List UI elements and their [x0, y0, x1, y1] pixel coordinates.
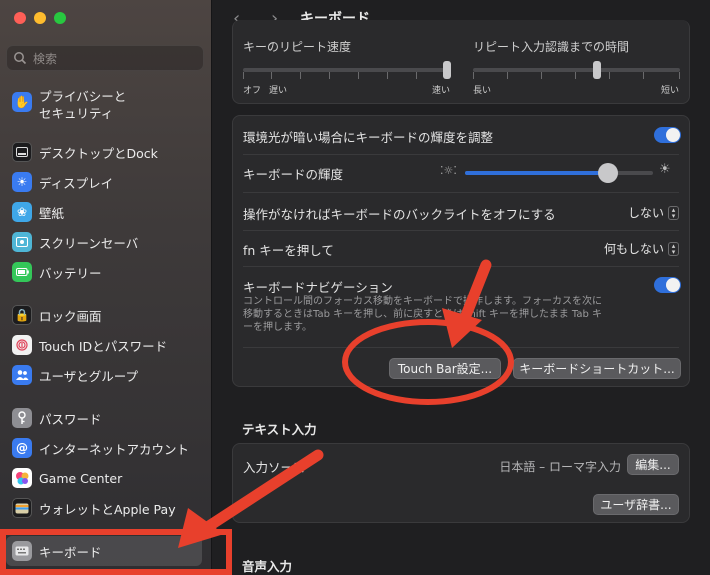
- sidebar-item-keyboard[interactable]: キーボード: [6, 536, 202, 566]
- key-repeat-card: キーのリピート速度 リピート入力認識までの時間 オフ 遅い 速い 長い 短い: [232, 20, 690, 104]
- key-repeat-slow-label: 遅い: [269, 86, 288, 96]
- voice-input-section-title: 音声入力: [242, 559, 293, 574]
- keyboard-navigation-toggle[interactable]: [654, 277, 681, 293]
- sidebar-item-desktop-dock[interactable]: デスクトップとDock: [6, 142, 202, 162]
- search-input[interactable]: 検索: [6, 45, 204, 71]
- repeat-delay-long-label: 長い: [473, 86, 492, 96]
- sidebar-item-label: デスクトップとDock: [39, 145, 158, 161]
- backlight-off-value: しない: [627, 206, 664, 220]
- keyboard-navigation-label: キーボードナビゲーション: [243, 280, 393, 295]
- key-repeat-off-label: オフ: [243, 86, 262, 96]
- lock-icon: 🔒: [12, 305, 32, 325]
- sidebar-item-label: ウォレットとApple Pay: [39, 501, 176, 517]
- edit-input-sources-button[interactable]: 編集...: [627, 454, 679, 475]
- sidebar-item-label: キーボード: [39, 544, 102, 560]
- fingerprint-icon: [12, 335, 32, 355]
- ambient-light-label: 環境光が暗い場合にキーボードの輝度を調整: [243, 130, 494, 145]
- minimize-window-button[interactable]: [34, 12, 46, 24]
- keyboard-shortcuts-button[interactable]: キーボードショートカット...: [513, 358, 681, 379]
- sun-icon: ☀: [12, 172, 32, 192]
- sidebar-item-users[interactable]: ユーザとグループ: [6, 365, 202, 385]
- user-dictionary-button[interactable]: ユーザ辞書...: [593, 494, 679, 515]
- sidebar-item-touch-id[interactable]: Touch IDとパスワード: [6, 335, 202, 355]
- brightness-low-icon: ⁚☼⁚: [440, 164, 457, 177]
- sidebar-item-wallpaper[interactable]: ❀ 壁紙: [6, 202, 202, 222]
- sidebar-item-label: 壁紙: [39, 205, 65, 221]
- sidebar-item-label: スクリーンセーバ: [39, 235, 139, 251]
- sidebar-item-label: Touch IDとパスワード: [39, 338, 168, 354]
- users-icon: [12, 365, 32, 385]
- ambient-light-toggle[interactable]: [654, 127, 681, 143]
- sidebar-item-label: Game Center: [39, 470, 123, 486]
- wallet-icon: [12, 498, 32, 518]
- sidebar: 検索 ✋ プライバシーと セキュリティ デスクトップとDock ☀ ディスプレイ…: [0, 0, 212, 575]
- sidebar-item-privacy[interactable]: ✋ プライバシーと セキュリティ: [6, 88, 202, 122]
- brightness-high-icon: ☀: [659, 162, 671, 177]
- repeat-delay-slider[interactable]: [473, 68, 680, 72]
- key-repeat-knob[interactable]: [443, 61, 451, 79]
- main-panel: ‹ › キーボード キーのリピート速度 リピート入力認識までの時間 オフ 遅い …: [213, 0, 710, 575]
- touch-bar-settings-button[interactable]: Touch Bar設定...: [389, 358, 501, 379]
- window-controls: [14, 12, 66, 24]
- keyboard-brightness-fill: [465, 171, 608, 175]
- repeat-delay-label: リピート入力認識までの時間: [473, 40, 630, 54]
- sidebar-item-battery[interactable]: バッテリー: [6, 262, 202, 282]
- key-repeat-fast-label: 速い: [432, 86, 451, 96]
- text-input-card: 入力ソース 日本語 – ローマ字入力 編集... ユーザ辞書...: [232, 443, 690, 523]
- sidebar-item-label-line2: セキュリティ: [39, 106, 114, 121]
- key-icon: [12, 408, 32, 428]
- sidebar-item-label: プライバシーと: [39, 89, 127, 104]
- search-placeholder: 検索: [33, 51, 58, 66]
- input-sources-value: 日本語 – ローマ字入力: [499, 460, 621, 474]
- sidebar-item-internet-accounts[interactable]: @ インターネットアカウント: [6, 438, 202, 458]
- screensaver-icon: [12, 232, 32, 252]
- sidebar-item-display[interactable]: ☀ ディスプレイ: [6, 172, 202, 192]
- sidebar-item-label: ロック画面: [39, 308, 102, 324]
- sidebar-item-game-center[interactable]: Game Center: [6, 468, 202, 488]
- sidebar-item-screensaver[interactable]: スクリーンセーバ: [6, 232, 202, 252]
- keyboard-settings-card: 環境光が暗い場合にキーボードの輝度を調整 キーボードの輝度 ⁚☼⁚ ☀ 操作がな…: [232, 115, 690, 387]
- backlight-off-label: 操作がなければキーボードのバックライトをオフにする: [243, 207, 556, 222]
- keyboard-icon: [12, 541, 32, 561]
- stepper-icon: ▴ ▾: [668, 205, 679, 220]
- sidebar-item-passwords[interactable]: パスワード: [6, 408, 202, 428]
- repeat-delay-short-label: 短い: [661, 86, 680, 96]
- sidebar-item-lock-screen[interactable]: 🔒 ロック画面: [6, 305, 202, 325]
- repeat-delay-knob[interactable]: [593, 61, 601, 79]
- backlight-off-popup[interactable]: しない ▴ ▾: [628, 204, 679, 221]
- keyboard-brightness-knob[interactable]: [598, 163, 618, 183]
- stepper-icon: ▴ ▾: [668, 241, 679, 256]
- search-icon: [14, 52, 27, 65]
- sidebar-item-label: インターネットアカウント: [39, 441, 190, 457]
- flower-icon: ❀: [12, 202, 32, 222]
- fn-key-value: 何もしない: [603, 242, 664, 256]
- hand-icon: ✋: [12, 92, 32, 112]
- zoom-window-button[interactable]: [54, 12, 66, 24]
- at-icon: @: [12, 438, 32, 458]
- keyboard-navigation-hint: コントロール間のフォーカス移動をキーボードで操作します。フォーカスを次に移動する…: [243, 296, 603, 333]
- sidebar-item-label: バッテリー: [39, 265, 102, 281]
- fn-key-popup[interactable]: 何もしない ▴ ▾: [604, 240, 679, 257]
- close-window-button[interactable]: [14, 12, 26, 24]
- sidebar-item-label: ディスプレイ: [39, 175, 114, 191]
- text-input-section-title: テキスト入力: [242, 422, 317, 437]
- battery-icon: [12, 262, 32, 282]
- sidebar-item-label: パスワード: [39, 411, 102, 427]
- sidebar-item-wallet[interactable]: ウォレットとApple Pay: [6, 498, 202, 518]
- dock-icon: [12, 142, 32, 162]
- sidebar-item-label: ユーザとグループ: [39, 368, 139, 384]
- gamecenter-icon: [12, 468, 32, 488]
